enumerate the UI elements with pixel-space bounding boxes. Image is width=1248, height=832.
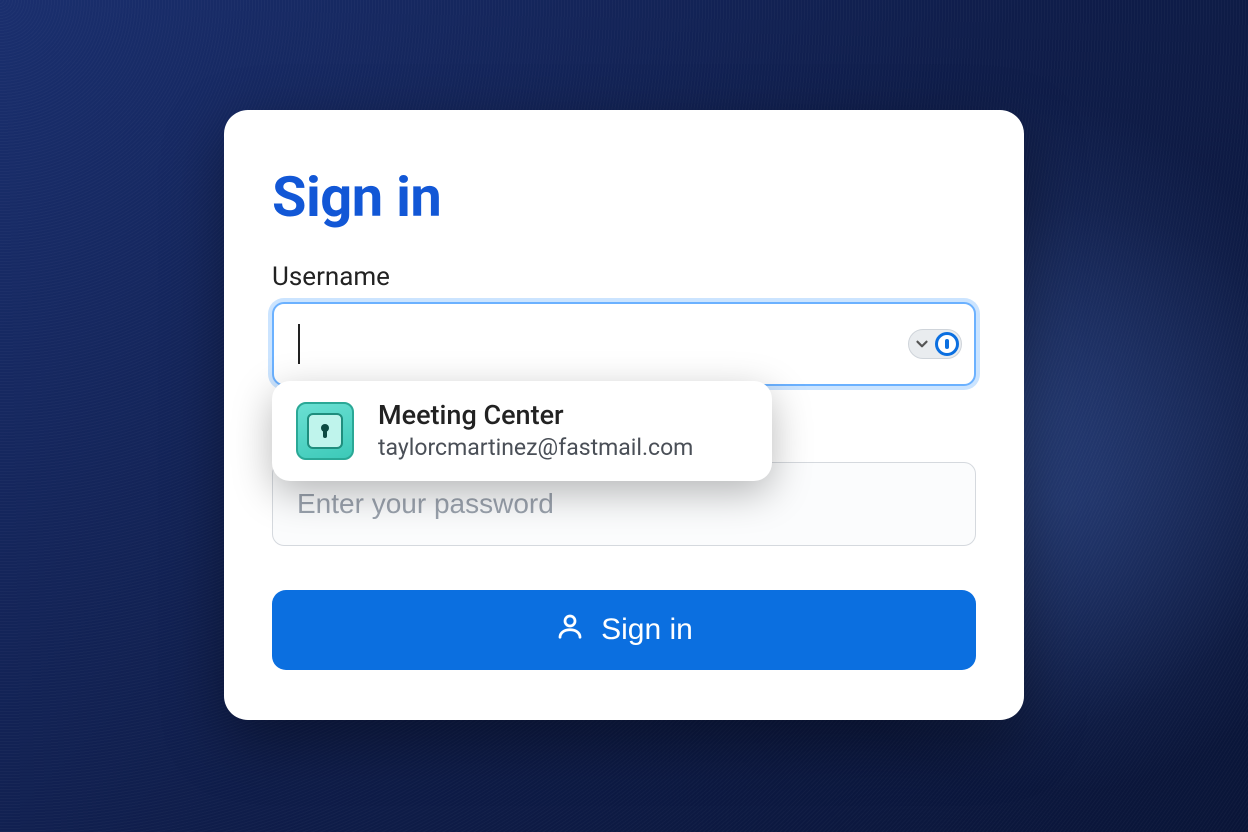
suggestion-text: Meeting Center taylorcmartinez@fastmail.… xyxy=(378,399,693,463)
username-input[interactable] xyxy=(272,302,976,386)
chevron-down-icon[interactable] xyxy=(911,333,933,355)
lock-icon xyxy=(307,413,343,449)
password-manager-pill[interactable] xyxy=(908,329,962,359)
suggestion-avatar xyxy=(296,402,354,460)
username-input-wrap xyxy=(272,302,976,386)
onepassword-icon[interactable] xyxy=(935,332,959,356)
signin-button-label: Sign in xyxy=(601,613,693,647)
signin-button[interactable]: Sign in xyxy=(272,590,976,670)
user-icon xyxy=(555,611,585,649)
text-caret xyxy=(298,324,300,364)
username-label: Username xyxy=(272,262,976,292)
suggestion-title: Meeting Center xyxy=(378,399,693,433)
autofill-suggestion[interactable]: Meeting Center taylorcmartinez@fastmail.… xyxy=(272,381,772,481)
suggestion-subtitle: taylorcmartinez@fastmail.com xyxy=(378,433,693,463)
page-title: Sign in xyxy=(272,164,976,230)
